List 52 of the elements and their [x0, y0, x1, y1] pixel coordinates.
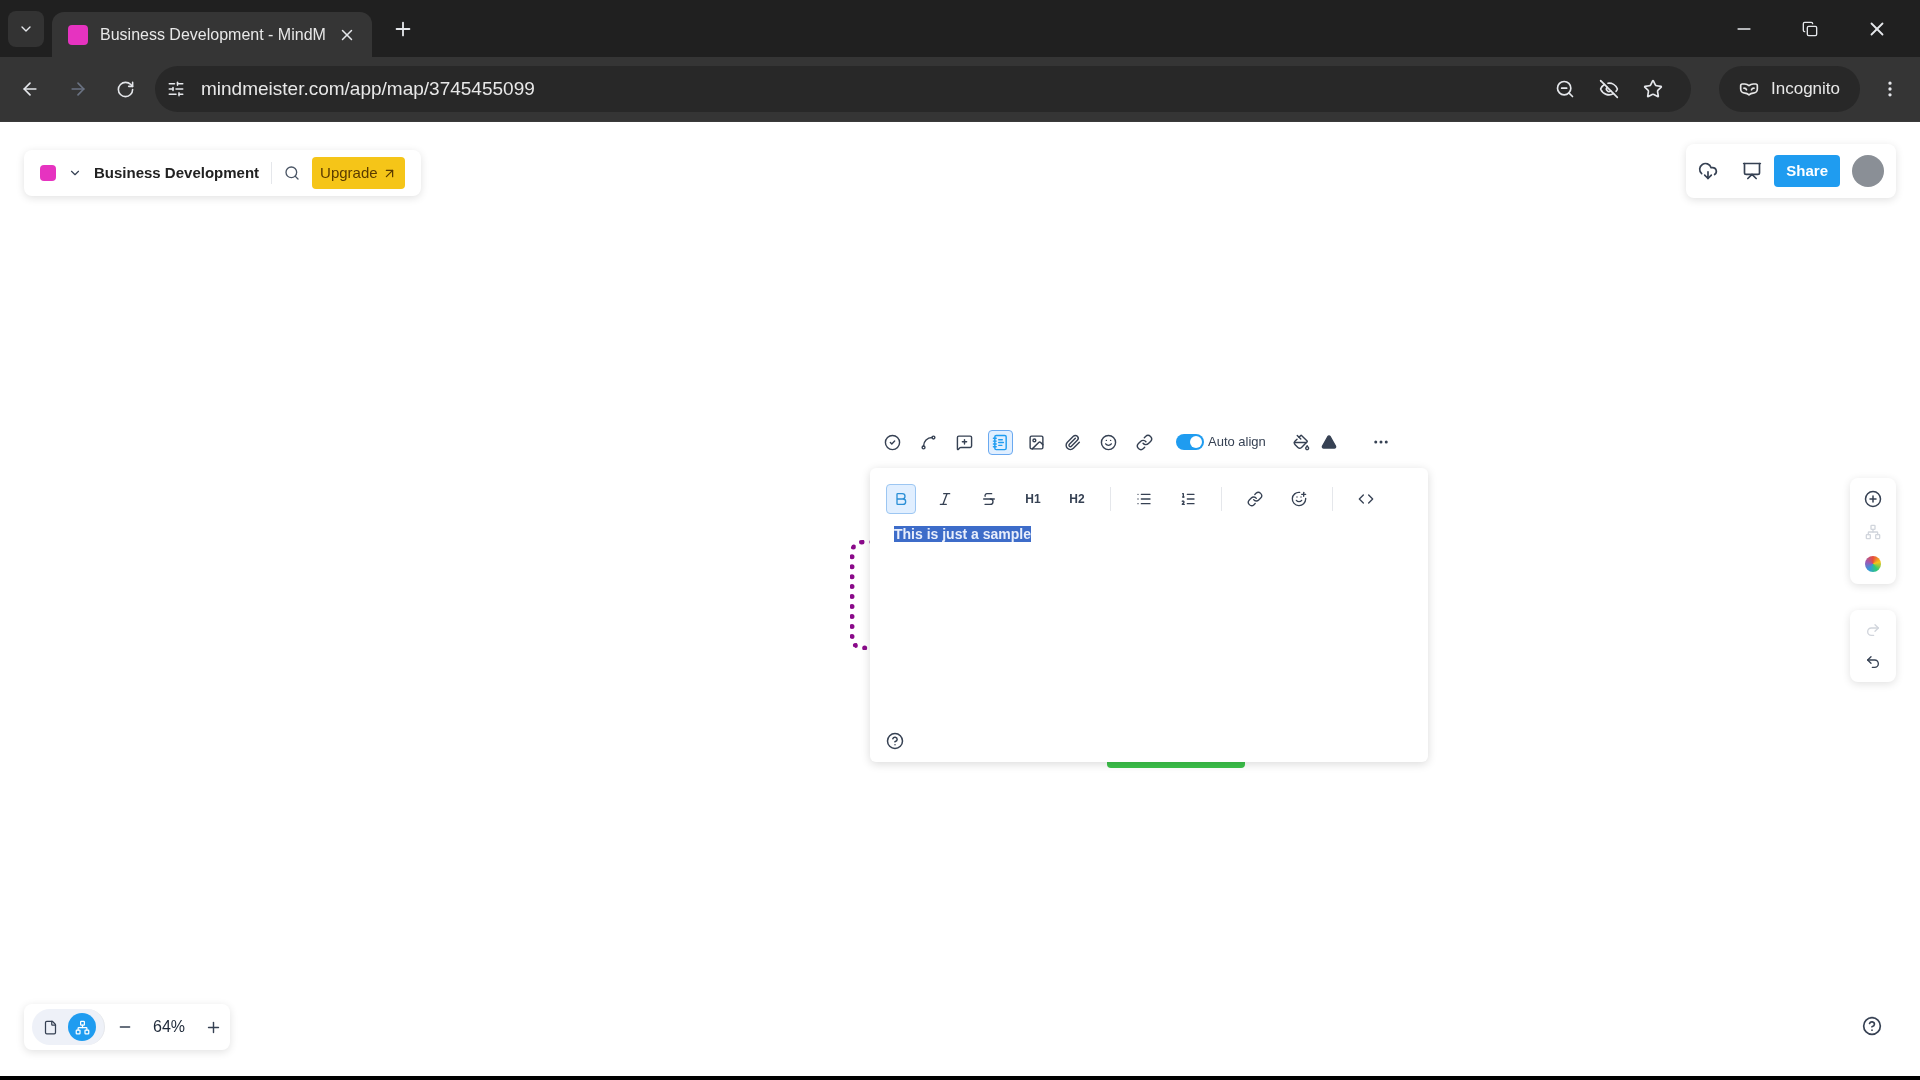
- paint-bucket-icon[interactable]: [1292, 433, 1310, 451]
- emoji-icon: [1100, 433, 1117, 451]
- mindmap-icon: [74, 1019, 90, 1035]
- attachment-icon: [1064, 433, 1081, 451]
- bookmark-star-icon[interactable]: [1643, 79, 1663, 99]
- note-button[interactable]: [988, 429, 1013, 455]
- link-icon: [1247, 491, 1263, 507]
- presentation-icon[interactable]: [1742, 161, 1763, 181]
- eye-off-icon[interactable]: [1599, 79, 1619, 99]
- document-icon: [42, 1019, 58, 1035]
- numbered-list-icon: [1180, 491, 1196, 507]
- bullet-list-icon: [1136, 491, 1152, 507]
- avatar[interactable]: [1852, 155, 1884, 187]
- triangle-icon[interactable]: [1320, 434, 1337, 450]
- tab-list-button[interactable]: [8, 10, 44, 47]
- heading-button[interactable]: H2: [1062, 484, 1092, 514]
- add-topic-icon[interactable]: [1864, 490, 1882, 508]
- upgrade-button[interactable]: Upgrade: [312, 157, 405, 189]
- note-text[interactable]: This is just a sample: [894, 526, 1031, 542]
- app-logo-icon[interactable]: [40, 165, 56, 181]
- italic-icon: [937, 491, 953, 507]
- reload-icon[interactable]: [116, 79, 135, 99]
- auto-align-toggle[interactable]: Auto align: [1176, 432, 1266, 452]
- link-icon: [1136, 433, 1153, 451]
- browser-tab[interactable]: Business Development - MindM: [52, 12, 372, 57]
- heading-button[interactable]: H1: [1018, 484, 1048, 514]
- connector-icon: [920, 433, 937, 451]
- task-icon: [884, 433, 901, 451]
- restore-icon[interactable]: [1802, 20, 1818, 37]
- color-palette-icon[interactable]: [1865, 556, 1881, 572]
- zoom-level: 64%: [152, 1017, 187, 1037]
- undo-icon[interactable]: [1865, 654, 1881, 670]
- search-icon[interactable]: [284, 165, 301, 181]
- map-title[interactable]: Business Development: [94, 161, 273, 185]
- zoom-icon[interactable]: [1555, 79, 1575, 99]
- strikethrough-icon: [981, 491, 997, 507]
- tab-title: Business Development - MindM: [100, 24, 326, 45]
- incognito-button[interactable]: Incognito: [1719, 66, 1860, 112]
- app-logo-icon: [68, 24, 88, 45]
- help-icon[interactable]: [1862, 1016, 1882, 1036]
- site-settings-icon[interactable]: [167, 80, 185, 98]
- bold-icon: [893, 491, 909, 507]
- cloud-download-icon[interactable]: [1698, 161, 1719, 181]
- note-icon: [992, 433, 1009, 451]
- help-icon[interactable]: [886, 732, 904, 750]
- bold-button[interactable]: [886, 484, 916, 514]
- code-icon: [1358, 491, 1374, 507]
- emoji-icon: [1291, 491, 1307, 507]
- url-text: mindmeister.com/app/map/3745455099: [201, 76, 535, 101]
- address-bar[interactable]: mindmeister.com/app/map/3745455099: [155, 66, 1691, 112]
- image-icon: [1028, 433, 1045, 451]
- comment-icon: [956, 433, 973, 451]
